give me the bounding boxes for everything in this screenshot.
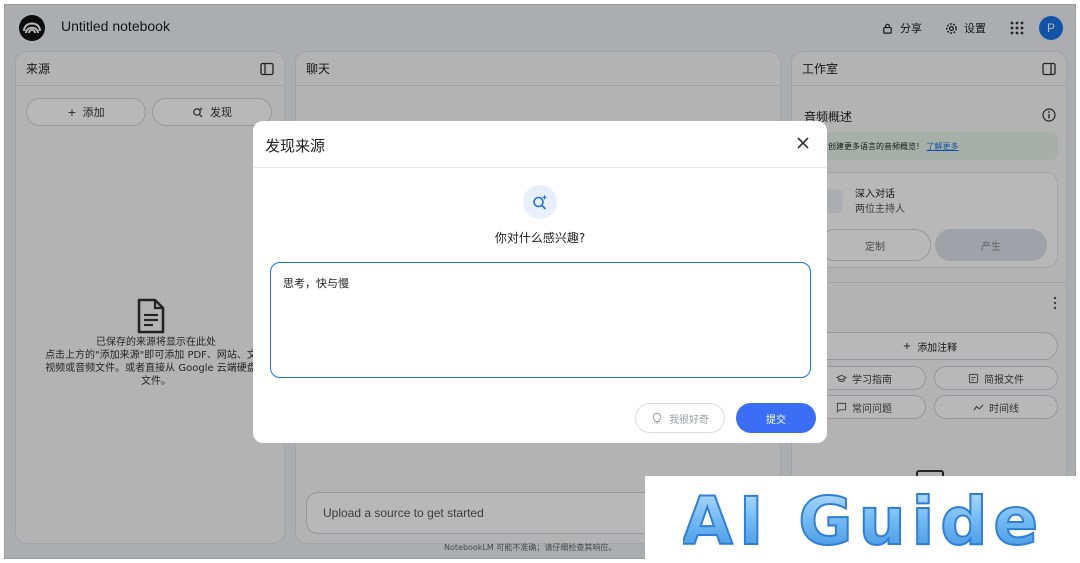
watermark-text: AI Guide — [683, 484, 1043, 556]
topic-input[interactable] — [270, 262, 811, 378]
close-icon[interactable] — [795, 135, 811, 151]
discover-search-icon — [533, 194, 548, 210]
im-curious-label: 我很好奇 — [669, 414, 709, 426]
dialog-title: 发现来源 — [265, 137, 326, 155]
dialog-divider — [253, 167, 827, 168]
watermark-logo: AI Guide — [683, 484, 1043, 556]
lightbulb-icon — [652, 413, 662, 424]
im-curious-button[interactable]: 我很好奇 — [635, 403, 725, 433]
interest-question: 你对什么感兴趣? — [494, 231, 586, 245]
discover-sources-dialog: 发现来源 你对什么感兴趣? 我很好奇 提交 — [253, 121, 827, 443]
discover-icon-badge — [523, 185, 557, 219]
ai-guide-watermark: AI Guide — [645, 476, 1080, 563]
submit-button[interactable]: 提交 — [736, 403, 816, 433]
